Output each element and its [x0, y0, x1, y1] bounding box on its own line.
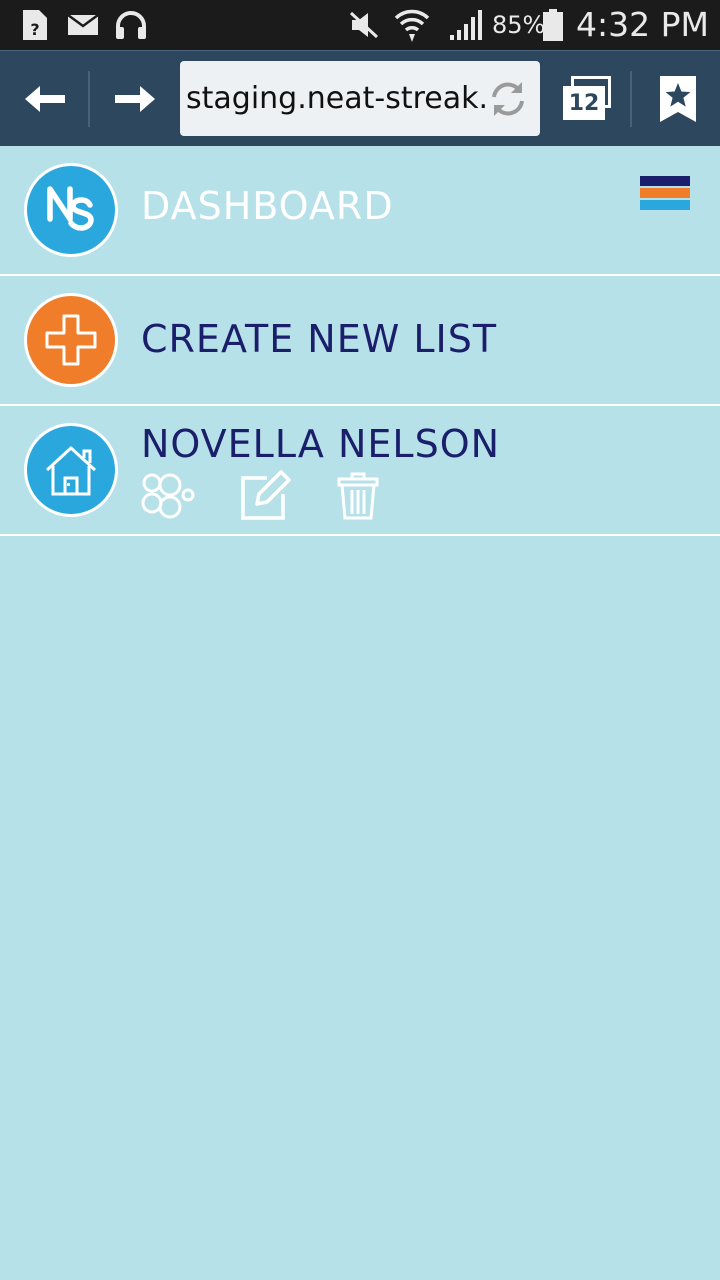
- bookmark-icon: [659, 76, 696, 122]
- back-button[interactable]: [10, 51, 80, 147]
- menu-bar-blue: [640, 200, 690, 210]
- forward-button[interactable]: [100, 51, 170, 147]
- unknown-file-icon: ?: [20, 0, 50, 50]
- svg-text:?: ?: [30, 20, 39, 39]
- tabs-icon-front: 12: [563, 86, 605, 120]
- plus-icon-mark: [45, 314, 97, 366]
- create-list-label: CREATE NEW LIST: [141, 317, 498, 361]
- list-name: NOVELLA NELSON: [141, 422, 501, 466]
- bubbles-icon-mark: [141, 473, 195, 519]
- tab-count: 12: [568, 90, 600, 116]
- mail-icon: [66, 0, 100, 50]
- mute-icon: [347, 0, 381, 50]
- hamburger-menu-icon[interactable]: [640, 176, 690, 226]
- battery-percent: 85%: [492, 11, 546, 39]
- menu-bar-navy: [640, 176, 690, 186]
- url-text[interactable]: staging.neat-streak.c: [186, 61, 486, 136]
- bookmark-button[interactable]: [645, 51, 710, 147]
- browser-toolbar: staging.neat-streak.c 12: [0, 50, 720, 146]
- ns-logo-mark: [47, 186, 94, 231]
- trash-icon-mark: [337, 472, 379, 520]
- tabs-button[interactable]: 12: [553, 51, 623, 147]
- edit-icon[interactable]: [236, 470, 292, 522]
- back-arrow-icon: [25, 86, 65, 112]
- house-icon-mark: [45, 446, 97, 496]
- headphones-icon: [113, 0, 149, 50]
- edit-icon-mark: [241, 470, 291, 520]
- house-icon: [24, 423, 118, 517]
- status-bar: ? 85% 4:32 PM: [0, 0, 720, 50]
- reload-button[interactable]: [488, 79, 528, 119]
- toolbar-divider: [630, 71, 632, 127]
- forward-arrow-icon: [115, 86, 155, 112]
- ns-logo: [24, 163, 118, 257]
- trash-icon[interactable]: [330, 470, 386, 522]
- menu-item-create-new-list[interactable]: CREATE NEW LIST: [0, 276, 720, 406]
- plus-icon: [24, 293, 118, 387]
- toolbar-divider: [88, 71, 90, 127]
- clock: 4:32 PM: [576, 5, 709, 44]
- signal-icon: [446, 0, 486, 50]
- bubbles-icon[interactable]: [140, 470, 196, 522]
- dashboard-label: DASHBOARD: [141, 184, 394, 228]
- tabs-icon: 12: [561, 76, 615, 122]
- menu-bar-orange: [640, 188, 690, 198]
- wifi-icon: [392, 0, 432, 50]
- reload-icon: [492, 82, 524, 116]
- address-bar[interactable]: staging.neat-streak.c: [180, 61, 540, 136]
- battery-icon: [541, 0, 565, 50]
- menu-item-dashboard[interactable]: DASHBOARD: [0, 146, 720, 276]
